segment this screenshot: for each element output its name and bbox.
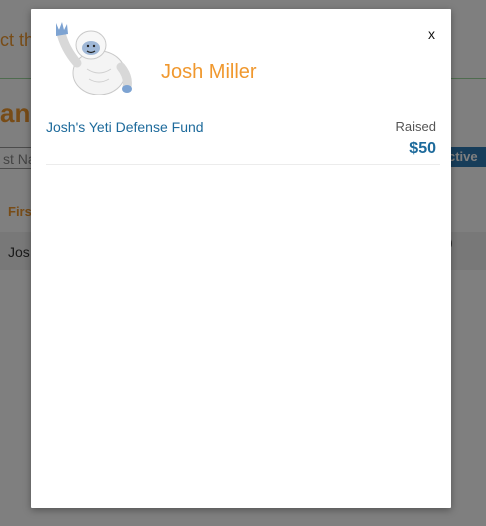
user-profile-modal: x Josh Miller Josh's Yeti Defense Fund R… <box>31 9 451 508</box>
yeti-avatar-graphic <box>56 22 132 96</box>
raised-label: Raised <box>395 119 436 134</box>
fund-row: Josh's Yeti Defense Fund Raised $50 <box>46 116 440 165</box>
raised-amount: $50 <box>409 140 436 157</box>
user-name: Josh Miller <box>161 61 257 83</box>
close-button[interactable]: x <box>428 25 435 43</box>
fund-name-link[interactable]: Josh's Yeti Defense Fund <box>46 119 204 135</box>
yeti-avatar-icon <box>47 19 143 96</box>
